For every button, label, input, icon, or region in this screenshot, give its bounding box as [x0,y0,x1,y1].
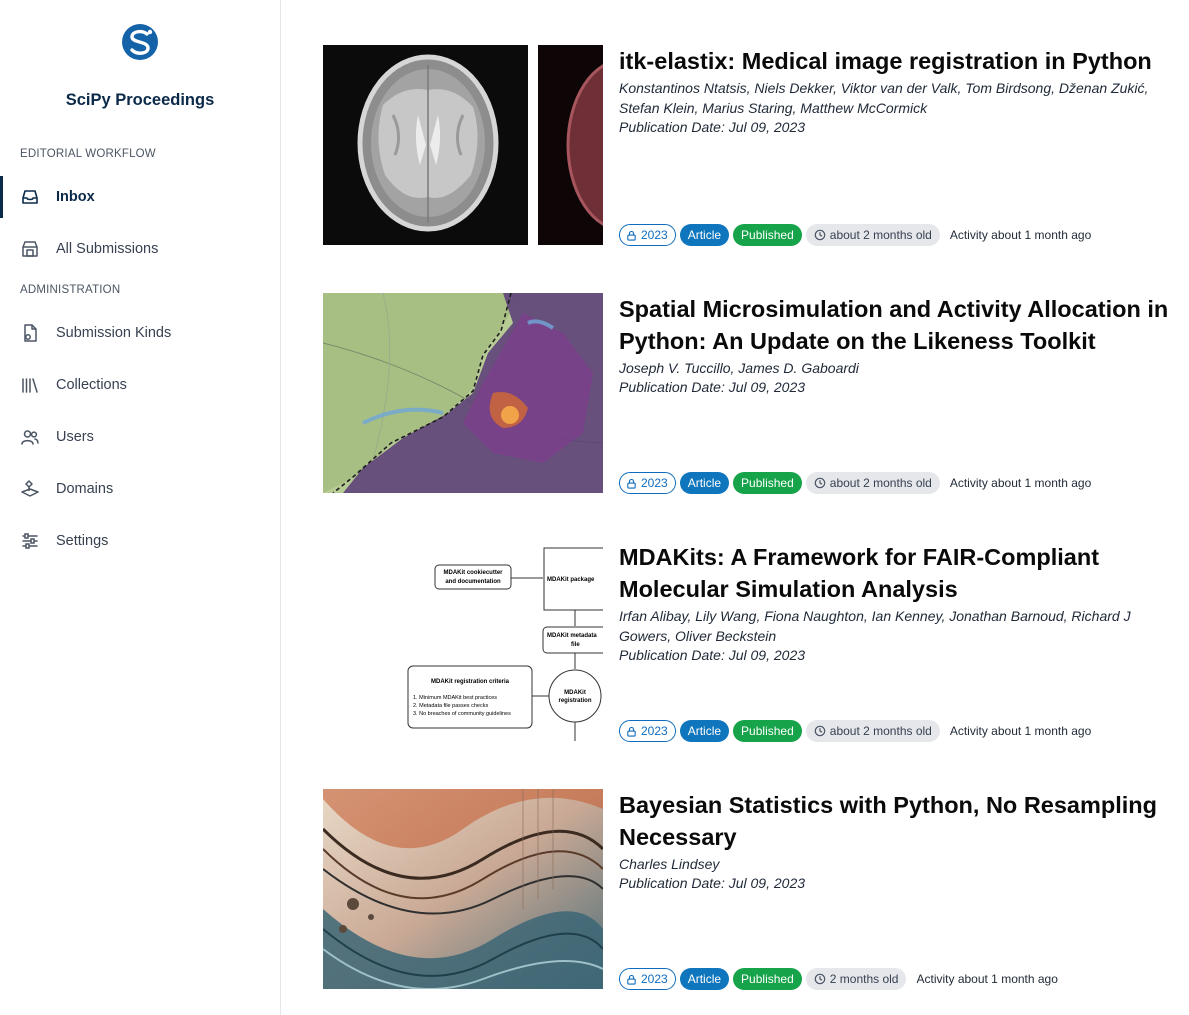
submission-thumbnail[interactable] [323,789,603,989]
age-badge-label: 2 months old [829,972,899,986]
svg-text:MDAKit: MDAKit [564,690,586,696]
publication-date: Publication Date: Jul 09, 2023 [619,875,806,891]
activity-text: Activity about 1 month ago [949,724,1092,738]
year-badge[interactable]: 2023 [619,472,676,494]
submission-title[interactable]: MDAKits: A Framework for FAIR-Compliant … [619,541,1169,605]
sidebar-item-label: Domains [56,481,114,497]
publication-date: Publication Date: Jul 09, 2023 [619,119,806,135]
inbox-icon [20,187,40,207]
year-badge-label: 2023 [641,476,668,490]
app-title[interactable]: SciPy Proceedings [0,91,280,110]
lock-icon [627,478,636,489]
submission-thumbnail[interactable] [323,45,603,245]
status-badge[interactable]: Published [733,968,802,990]
age-badge-label: about 2 months old [829,476,932,490]
badge-row: 2023 Article Published about 2 months ol… [619,472,1091,494]
sliders-icon [20,531,40,551]
document-icon [20,323,40,343]
sidebar: SciPy Proceedings EDITORIAL WORKFLOW Inb… [0,0,281,1015]
sidebar-item-label: Submission Kinds [56,325,172,341]
age-badge: about 2 months old [805,472,940,494]
sidebar-item-inbox[interactable]: Inbox [0,176,280,218]
status-badge[interactable]: Published [733,720,802,742]
sidebar-item-collections[interactable]: Collections [0,364,280,406]
sidebar-item-users[interactable]: Users [0,416,280,458]
submission-title[interactable]: Spatial Microsimulation and Activity All… [619,293,1169,357]
lock-icon [627,974,636,985]
sidebar-item-all-submissions[interactable]: All Submissions [0,228,280,270]
users-icon [20,427,40,447]
publication-date: Publication Date: Jul 09, 2023 [619,379,806,395]
submission-authors: Konstantinos Ntatsis, Niels Dekker, Vikt… [619,80,1149,116]
submission-card: Bayesian Statistics with Python, No Resa… [323,789,1173,990]
submission-card: MDAKit cookiecutter and documentation MD… [323,541,1173,742]
submission-card: Spatial Microsimulation and Activity All… [323,293,1173,494]
diagram-criteria-title: MDAKit registration criteria [431,679,510,685]
svg-text:registration: registration [558,698,591,704]
diagram-criteria-2: 2. Metadata file passes checks [413,703,488,709]
activity-text: Activity about 1 month ago [916,972,1058,986]
sidebar-item-label: Users [56,429,94,445]
year-badge[interactable]: 2023 [619,720,676,742]
sidebar-item-label: Inbox [56,189,95,205]
year-badge-label: 2023 [641,972,668,986]
activity-text: Activity about 1 month ago [949,228,1092,242]
age-badge-label: about 2 months old [829,228,932,242]
kind-badge[interactable]: Article [679,968,730,990]
kind-badge[interactable]: Article [679,472,730,494]
submission-authors: Irfan Alibay, Lily Wang, Fiona Naughton,… [619,608,1131,644]
kind-badge[interactable]: Article [679,224,730,246]
year-badge-label: 2023 [641,228,668,242]
submission-thumbnail[interactable] [323,293,603,493]
section-label-administration: ADMINISTRATION [20,284,121,296]
clock-icon [814,973,826,985]
clock-icon [814,725,826,737]
lock-icon [627,726,636,737]
age-badge: about 2 months old [805,224,940,246]
age-badge: about 2 months old [805,720,940,742]
badge-row: 2023 Article Published about 2 months ol… [619,224,1091,246]
sidebar-item-settings[interactable]: Settings [0,520,280,562]
age-badge-label: about 2 months old [829,724,932,738]
submission-authors: Charles Lindsey [619,856,720,872]
clock-icon [814,477,826,489]
section-label-editorial-workflow: EDITORIAL WORKFLOW [20,148,156,160]
submission-title[interactable]: itk-elastix: Medical image registration … [619,45,1169,77]
sidebar-item-label: All Submissions [56,241,159,257]
svg-text:and documentation: and documentation [445,579,501,585]
sidebar-item-submission-kinds[interactable]: Submission Kinds [0,312,280,354]
sidebar-item-domains[interactable]: Domains [0,468,280,510]
year-badge-label: 2023 [641,724,668,738]
sidebar-item-label: Collections [56,377,127,393]
badge-row: 2023 Article Published 2 months old Acti… [619,968,1058,990]
diagram-metadata-label: MDAKit metadata [547,633,597,639]
year-badge[interactable]: 2023 [619,224,676,246]
publication-date: Publication Date: Jul 09, 2023 [619,647,806,663]
activity-text: Activity about 1 month ago [949,476,1092,490]
domains-icon [20,479,40,499]
status-badge[interactable]: Published [733,224,802,246]
submission-thumbnail[interactable]: MDAKit cookiecutter and documentation MD… [323,541,603,741]
sidebar-item-label: Settings [56,533,109,549]
submission-title[interactable]: Bayesian Statistics with Python, No Resa… [619,789,1169,853]
diagram-cookiecutter-label: MDAKit cookiecutter [443,570,503,576]
kind-badge[interactable]: Article [679,720,730,742]
diagram-package-label: MDAKit package [547,577,595,583]
badge-row: 2023 Article Published about 2 months ol… [619,720,1091,742]
status-badge[interactable]: Published [733,472,802,494]
clock-icon [814,229,826,241]
svg-text:file: file [571,642,580,648]
library-icon [20,375,40,395]
year-badge[interactable]: 2023 [619,968,676,990]
submission-authors: Joseph V. Tuccillo, James D. Gaboardi [619,360,859,376]
submission-card: itk-elastix: Medical image registration … [323,45,1173,246]
scipy-logo-icon[interactable] [120,22,160,62]
lock-icon [627,230,636,241]
archive-icon [20,239,40,259]
diagram-criteria-3: 3. No breaches of community guidelines [413,711,511,717]
age-badge: 2 months old [805,968,907,990]
diagram-criteria-1: 1. Minimum MDAKit best practices [413,695,497,701]
